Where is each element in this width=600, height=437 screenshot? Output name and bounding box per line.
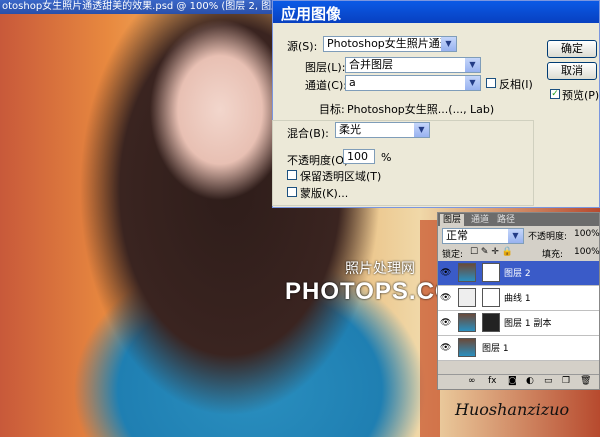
lock-icons[interactable]: ☐ ✎ ✛ 🔒 [470, 247, 513, 257]
layer-opacity-label: 不透明度: [528, 232, 568, 242]
layer-name: 曲线 1 [504, 294, 531, 304]
invert-checkbox[interactable] [486, 78, 496, 88]
layers-bottom-toolbar: ∞ fx ◙ ◐ ▭ ❐ 🗑 [438, 374, 599, 389]
adjustment-icon[interactable]: ◐ [526, 376, 534, 386]
mask-icon[interactable]: ◙ [508, 376, 517, 386]
cancel-button[interactable]: 取消 [547, 62, 597, 80]
layer-select[interactable]: 合并图层 ▼ [345, 57, 481, 73]
blend-mode-select[interactable]: 正常 ▼ [442, 228, 524, 244]
target-value: Photoshop女生照...(..., Lab) [347, 103, 495, 116]
channel-value: a [349, 76, 356, 89]
layer-thumbnail [458, 338, 476, 357]
source-label: 源(S): [287, 40, 318, 53]
channel-select[interactable]: a ▼ [345, 75, 481, 91]
blending-group-box [272, 120, 534, 206]
source-select[interactable]: Photoshop女生照片通透... ▼ [323, 36, 457, 52]
dialog-title: 应用图像 [281, 5, 342, 23]
tab-channels[interactable]: 通道 [468, 214, 492, 226]
layers-panel-tabs: 图层 通道 路径 [438, 213, 599, 226]
layer-row-1[interactable]: 👁 图层 1 [438, 336, 599, 361]
layer-row-curves[interactable]: 👁 曲线 1 [438, 286, 599, 311]
new-layer-icon[interactable]: ❐ [562, 376, 570, 386]
lock-label: 锁定: [442, 250, 464, 260]
eye-icon[interactable]: 👁 [440, 318, 451, 328]
tab-layers[interactable]: 图层 [440, 214, 465, 226]
folder-icon[interactable]: ▭ [544, 376, 553, 386]
layer-name: 图层 1 [482, 344, 509, 354]
channel-label: 通道(C): [305, 79, 347, 92]
preview-checkbox[interactable]: ✓ [550, 89, 560, 99]
layer-mask-thumbnail [482, 313, 500, 332]
eye-icon[interactable]: 👁 [440, 268, 451, 278]
trash-icon[interactable]: 🗑 [580, 376, 591, 386]
layer-mask-thumbnail [482, 288, 500, 307]
layer-thumbnail [458, 263, 476, 282]
blend-mode-value: 正常 [446, 229, 468, 242]
chevron-down-icon: ▼ [465, 76, 480, 90]
layer-row-2[interactable]: 👁 图层 2 [438, 261, 599, 286]
layers-panel: 图层 通道 路径 正常 ▼ 不透明度: 100% 锁定: ☐ ✎ ✛ 🔒 填充:… [437, 212, 600, 390]
preview-label: 预览(P) [562, 89, 600, 102]
layer-row-copy[interactable]: 👁 图层 1 副本 [438, 311, 599, 336]
fill-value[interactable]: 100% [574, 247, 600, 257]
layer-value: 合并图层 [349, 58, 393, 71]
dialog-title-bar[interactable]: 应用图像 [273, 1, 599, 23]
layer-name: 图层 2 [504, 269, 531, 279]
link-icon[interactable]: ∞ [468, 376, 476, 386]
eye-icon[interactable]: 👁 [440, 343, 451, 353]
fx-icon[interactable]: fx [488, 376, 497, 386]
chevron-down-icon: ▼ [465, 58, 480, 72]
ok-button[interactable]: 确定 [547, 40, 597, 58]
layer-thumbnail [458, 313, 476, 332]
invert-label: 反相(I) [499, 78, 533, 91]
curves-adjustment-icon [458, 288, 476, 307]
layer-mask-thumbnail [482, 263, 500, 282]
layer-label: 图层(L): [305, 61, 346, 74]
layer-opacity-value[interactable]: 100% [574, 229, 600, 239]
tab-paths[interactable]: 路径 [494, 214, 518, 226]
signature: Huoshanzizuo [455, 400, 570, 419]
chevron-down-icon: ▼ [508, 229, 523, 243]
chevron-down-icon: ▼ [441, 37, 456, 51]
target-label: 目标: [319, 103, 345, 116]
source-value: Photoshop女生照片通透... [327, 37, 457, 50]
eye-icon[interactable]: 👁 [440, 293, 451, 303]
fill-label: 填充: [542, 250, 564, 260]
layer-name: 图层 1 副本 [504, 319, 552, 329]
